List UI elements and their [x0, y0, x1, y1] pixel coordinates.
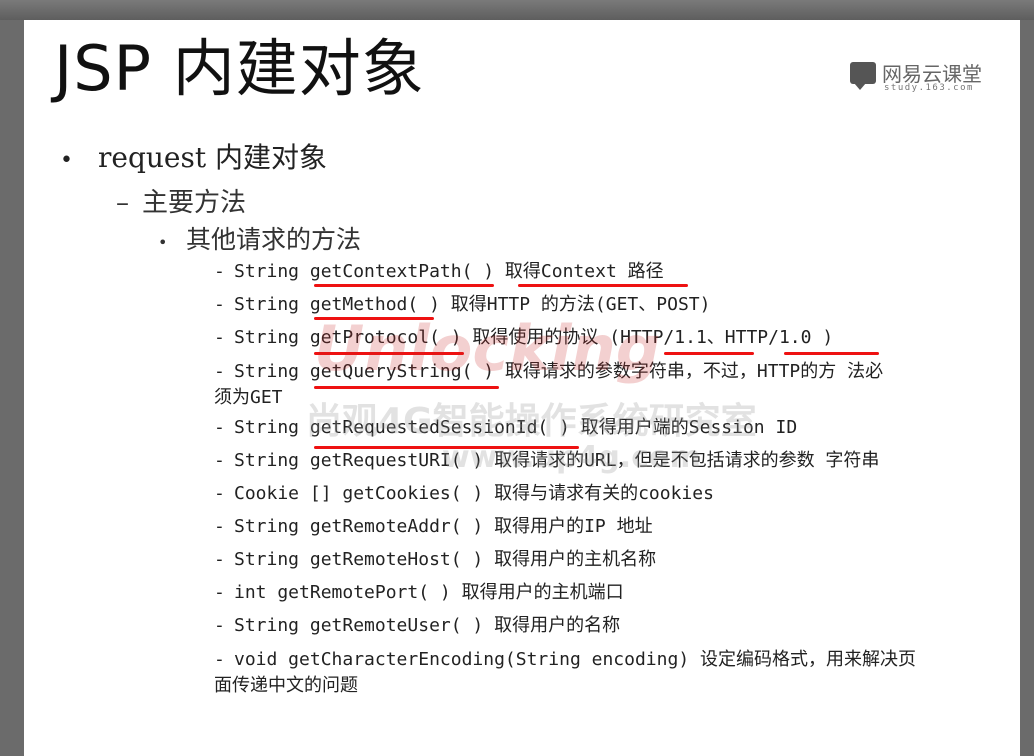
item-text-continued: 面传递中文的问题	[214, 675, 358, 696]
level2-text: 主要方法	[142, 188, 247, 218]
list-item: - int getRemotePort( ) 取得用户的主机端口	[214, 581, 994, 605]
bullet-dash-icon: –	[116, 188, 129, 218]
item-text: void getCharacterEncoding(String encodin…	[234, 649, 916, 670]
method-list: - String getContextPath( ) 取得Context 路径 -…	[214, 260, 994, 704]
underline-annotation	[314, 446, 579, 449]
dash-icon: -	[214, 327, 225, 348]
dash-icon: -	[214, 294, 225, 315]
bullet-level-1: • request 内建对象	[60, 136, 327, 176]
slide: JSP 内建对象 网易云课堂 study.163.com • request 内建…	[24, 20, 1020, 756]
bullet-dot-icon: •	[158, 233, 168, 252]
list-item: - Cookie [] getCookies( ) 取得与请求有关的cookies	[214, 482, 994, 506]
bullet-dot-icon: •	[60, 148, 73, 173]
underline-annotation	[518, 284, 688, 287]
underline-annotation	[664, 352, 754, 355]
dash-icon: -	[214, 261, 225, 282]
dash-icon: -	[214, 615, 225, 636]
list-item: - String getRequestedSessionId( ) 取得用户端的S…	[214, 416, 994, 440]
item-text-continued: 须为GET	[214, 387, 283, 408]
list-item: - String getRemoteHost( ) 取得用户的主机名称	[214, 548, 994, 572]
item-text: String getRequestedSessionId( ) 取得用户端的Se…	[234, 417, 798, 438]
underline-annotation	[784, 352, 879, 355]
dash-icon: -	[214, 516, 225, 537]
dash-icon: -	[214, 417, 225, 438]
item-text: String getRemoteUser( ) 取得用户的名称	[234, 615, 621, 636]
list-item: - String getContextPath( ) 取得Context 路径	[214, 260, 994, 284]
list-item: - String getQueryString( ) 取得请求的参数字符串，不过，…	[214, 359, 994, 411]
list-item: - String getProtocol( ) 取得使用的协议 (HTTP/1.1…	[214, 326, 994, 350]
list-item: - String getRequestURI( ) 取得请求的URL，但是不包括请…	[214, 449, 994, 473]
item-text: String getRequestURI( ) 取得请求的URL，但是不包括请求…	[234, 450, 880, 471]
dash-icon: -	[214, 582, 225, 603]
list-item: - String getMethod( ) 取得HTTP 的方法(GET、POST…	[214, 293, 994, 317]
underline-annotation	[314, 352, 464, 355]
dash-icon: -	[214, 450, 225, 471]
item-text: String getMethod( ) 取得HTTP 的方法(GET、POST)	[234, 294, 711, 315]
netease-logo: 网易云课堂 study.163.com	[850, 58, 1000, 98]
underline-annotation	[314, 386, 499, 389]
bullet-level-3: • 其他请求的方法	[158, 220, 361, 256]
item-text: String getRemoteAddr( ) 取得用户的IP 地址	[234, 516, 653, 537]
list-item: - String getRemoteAddr( ) 取得用户的IP 地址	[214, 515, 994, 539]
dash-icon: -	[214, 483, 225, 504]
list-item: - void getCharacterEncoding(String encodi…	[214, 647, 994, 699]
slide-title: JSP 内建对象	[54, 32, 425, 105]
list-item: - String getRemoteUser( ) 取得用户的名称	[214, 614, 994, 638]
underline-annotation	[314, 284, 494, 287]
underline-annotation	[314, 317, 434, 320]
item-text: Cookie [] getCookies( ) 取得与请求有关的cookies	[234, 483, 714, 504]
dash-icon: -	[214, 361, 225, 382]
bullet-level-2: – 主要方法	[116, 182, 246, 219]
item-text: String getQueryString( ) 取得请求的参数字符串，不过，H…	[234, 361, 884, 382]
item-text: String getRemoteHost( ) 取得用户的主机名称	[234, 549, 657, 570]
item-text: int getRemotePort( ) 取得用户的主机端口	[234, 582, 624, 603]
chat-bubble-icon	[850, 62, 876, 90]
logo-url: study.163.com	[884, 83, 974, 93]
window-top-bar	[0, 0, 1034, 20]
level3-text: 其他请求的方法	[186, 225, 362, 254]
dash-icon: -	[214, 649, 225, 670]
item-text: String getContextPath( ) 取得Context 路径	[234, 261, 664, 282]
level1-text: request 内建对象	[98, 141, 328, 174]
item-text: String getProtocol( ) 取得使用的协议 (HTTP/1.1、…	[234, 327, 834, 348]
dash-icon: -	[214, 549, 225, 570]
